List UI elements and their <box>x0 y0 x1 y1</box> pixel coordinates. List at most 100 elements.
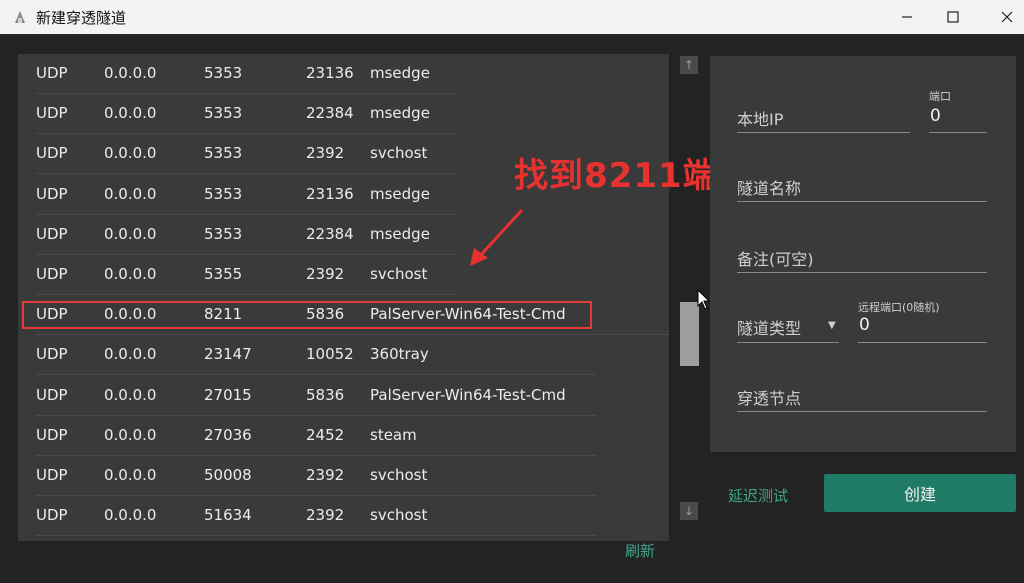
process-name-cell: svchost <box>370 466 428 484</box>
process-name-cell: msedge <box>370 224 430 243</box>
local-ip-field[interactable]: 本地IP <box>737 106 783 130</box>
process-name-cell: svchost <box>370 506 428 525</box>
chevron-down-icon[interactable]: ▼ <box>828 320 836 331</box>
ip-cell: 0.0.0.0 <box>104 345 157 364</box>
refresh-button[interactable]: 刷新 <box>625 540 655 561</box>
annotation-arrow-icon <box>470 208 524 266</box>
note-field[interactable]: 备注(可空) <box>737 246 814 270</box>
ip-cell: 0.0.0.0 <box>104 385 157 404</box>
protocol-cell: UDP <box>36 184 68 203</box>
highlight-box <box>22 301 592 330</box>
latency-test-button[interactable]: 延迟测试 <box>728 485 788 506</box>
title-bar: 新建穿透隧道 <box>0 0 1024 34</box>
tunnel-type-underline <box>737 342 839 343</box>
table-row[interactable]: UDP 0.0.0.0 51634 2392 svchost <box>18 496 669 537</box>
table-row[interactable]: UDP 0.0.0.0 8211 5836 PalServer-Win64-Test-C… <box>18 295 669 336</box>
protocol-cell: UDP <box>36 265 68 283</box>
pid-cell: 5836 <box>306 385 345 404</box>
pid-cell: 10052 <box>306 345 354 364</box>
window-title: 新建穿透隧道 <box>36 9 127 27</box>
table-row[interactable]: UDP 0.0.0.0 5353 23136 msedge <box>18 54 669 94</box>
protocol-cell: UDP <box>36 425 68 444</box>
protocol-cell: UDP <box>36 506 68 525</box>
table-row[interactable]: UDP 0.0.0.0 5353 22384 msedge <box>18 94 669 135</box>
close-button[interactable] <box>984 0 1024 34</box>
port-field[interactable]: 0 <box>930 106 941 126</box>
tunnel-name-field[interactable]: 隧道名称 <box>737 175 801 199</box>
ip-cell: 0.0.0.0 <box>104 224 157 243</box>
note-underline <box>737 272 987 273</box>
table-row[interactable]: UDP 0.0.0.0 50008 2392 svchost <box>18 456 669 496</box>
port-cell: 23147 <box>204 345 252 364</box>
minimize-icon <box>901 11 913 23</box>
port-cell: 5353 <box>204 104 243 123</box>
ip-cell: 0.0.0.0 <box>104 144 157 163</box>
remote-port-underline <box>858 342 987 343</box>
pid-cell: 2392 <box>306 506 345 525</box>
process-name-cell: msedge <box>370 184 430 203</box>
table-row[interactable]: UDP 0.0.0.0 27036 2452 steam <box>18 416 669 456</box>
port-label: 端口 <box>929 90 951 103</box>
process-name-cell: msedge <box>370 64 430 82</box>
table-row[interactable]: UDP 0.0.0.0 27015 5836 PalServer-Win64-Test-… <box>18 376 669 416</box>
remote-port-label: 远程端口(0随机) <box>858 301 940 314</box>
pid-cell: 2392 <box>306 144 345 163</box>
process-name-cell: 360tray <box>370 345 429 364</box>
arrow-up-icon: ↑ <box>683 58 695 72</box>
port-cell: 5353 <box>204 184 243 203</box>
port-cell: 27015 <box>204 385 252 404</box>
ip-cell: 0.0.0.0 <box>104 64 157 82</box>
tunnel-form: 本地IP 端口 0 隧道名称 备注(可空) 隧道类型 ▼ 远程端口(0随机) 0… <box>710 56 1016 452</box>
ip-cell: 0.0.0.0 <box>104 506 157 525</box>
process-name-cell: svchost <box>370 265 428 283</box>
scroll-up-button[interactable]: ↑ <box>680 56 698 74</box>
protocol-cell: UDP <box>36 385 68 404</box>
pid-cell: 2392 <box>306 265 345 283</box>
minimize-button[interactable] <box>884 0 930 34</box>
arrow-down-icon: ↓ <box>683 504 695 518</box>
ip-cell: 0.0.0.0 <box>104 104 157 123</box>
protocol-cell: UDP <box>36 64 68 82</box>
tunnel-type-select[interactable]: 隧道类型 <box>737 315 801 339</box>
process-name-cell: svchost <box>370 144 428 163</box>
scroll-down-button[interactable]: ↓ <box>680 502 698 520</box>
tunnel-name-underline <box>737 201 987 202</box>
node-underline <box>737 411 987 412</box>
pid-cell: 2452 <box>306 425 345 444</box>
app-icon <box>12 9 28 25</box>
port-cell: 27036 <box>204 425 252 444</box>
table-row[interactable]: UDP 0.0.0.0 23147 10052 360tray <box>18 335 669 376</box>
port-cell: 5353 <box>204 224 243 243</box>
window-content: UDP 0.0.0.0 5353 23136 msedge UDP 0.0.0.0 5353 2… <box>0 34 1024 583</box>
protocol-cell: UDP <box>36 224 68 243</box>
port-cell: 5355 <box>204 265 243 283</box>
port-underline <box>929 132 987 133</box>
ip-cell: 0.0.0.0 <box>104 184 157 203</box>
protocol-cell: UDP <box>36 466 68 484</box>
pid-cell: 22384 <box>306 224 354 243</box>
port-list[interactable]: UDP 0.0.0.0 5353 23136 msedge UDP 0.0.0.0 5353 2… <box>18 54 669 541</box>
pid-cell: 23136 <box>306 64 354 82</box>
maximize-icon <box>947 11 959 23</box>
local-ip-underline <box>737 132 910 133</box>
scrollbar-thumb[interactable] <box>680 302 699 366</box>
port-cell: 50008 <box>204 466 252 484</box>
maximize-button[interactable] <box>930 0 976 34</box>
ip-cell: 0.0.0.0 <box>104 265 157 283</box>
process-name-cell: msedge <box>370 104 430 123</box>
ip-cell: 0.0.0.0 <box>104 466 157 484</box>
remote-port-field[interactable]: 0 <box>859 315 870 335</box>
pid-cell: 22384 <box>306 104 354 123</box>
node-field[interactable]: 穿透节点 <box>737 385 801 409</box>
port-cell: 5353 <box>204 64 243 82</box>
ip-cell: 0.0.0.0 <box>104 425 157 444</box>
port-cell: 51634 <box>204 506 252 525</box>
row-divider <box>36 535 596 537</box>
mouse-cursor-icon <box>697 289 711 310</box>
protocol-cell: UDP <box>36 345 68 364</box>
table-row[interactable]: UDP 0.0.0.0 5353 22384 msedge <box>18 215 669 255</box>
create-button[interactable]: 创建 <box>824 474 1016 512</box>
table-row[interactable]: UDP 0.0.0.0 5355 2392 svchost <box>18 255 669 295</box>
process-name-cell: PalServer-Win64-Test-Cmd <box>370 385 566 404</box>
protocol-cell: UDP <box>36 144 68 163</box>
